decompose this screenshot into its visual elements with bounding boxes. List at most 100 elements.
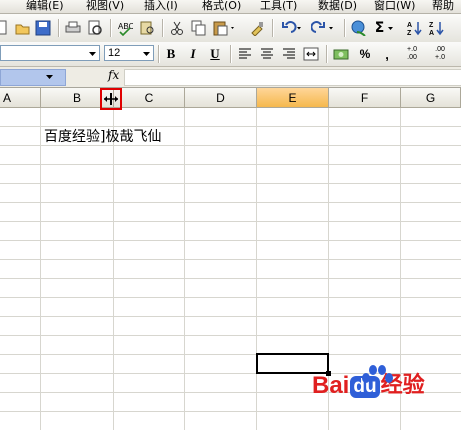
toolbar-separator [344,19,345,37]
align-right-icon[interactable] [280,45,298,63]
menu-tools[interactable]: 工具(T) [260,0,297,13]
new-icon[interactable] [0,19,8,37]
gridline [113,108,114,430]
toolbar-separator [326,45,327,63]
save-icon[interactable] [34,19,52,37]
gridline [0,411,461,412]
menu-edit[interactable]: 编辑(E) [26,0,64,13]
cell-b2-text[interactable]: 百度经验]极哉飞仙 [44,126,161,146]
chevron-down-icon [46,75,53,79]
toolbar-separator [58,19,59,37]
undo-icon[interactable] [278,19,306,37]
underline-label: U [210,46,220,61]
paw-icon [362,365,393,383]
column-resize-highlight [100,88,122,110]
hyperlink-icon[interactable] [350,19,368,37]
percent-button[interactable]: % [356,45,374,63]
svg-text:A: A [429,30,434,36]
standard-toolbar: ABC Σ AZ ZA [0,14,461,43]
menu-view[interactable]: 视图(V) [86,0,124,13]
bold-label: B [166,46,176,61]
resize-cursor-icon [104,93,118,105]
gridline [0,202,461,203]
increase-decimal-button[interactable]: +.0 .00 [400,45,424,63]
font-size-dropdown[interactable]: 12 [104,45,154,61]
gridline [184,108,185,430]
name-box[interactable] [0,69,66,86]
cut-icon[interactable] [168,19,186,37]
menu-help[interactable]: 帮助 [432,0,454,13]
svg-text:Z: Z [429,22,434,29]
decrease-decimal-button[interactable]: .00 +.0 [428,45,452,63]
sort-ascending-icon[interactable]: AZ [406,19,424,37]
comma-button[interactable]: , [378,45,396,63]
increase-decimal-label: +.0 .00 [407,46,417,61]
gridline [0,278,461,279]
formatting-toolbar: 12 B I U % , +.0 .00 .00 +.0 [0,42,461,67]
decrease-decimal-label: .00 +.0 [435,46,445,61]
menu-bar: 编辑(E) 视图(V) 插入(I) 格式(O) 工具(T) 数据(D) 窗口(W… [0,0,461,14]
formula-input[interactable] [124,69,461,86]
function-icon[interactable]: fx [108,68,119,82]
research-icon[interactable] [138,19,156,37]
menu-window[interactable]: 窗口(W) [374,0,415,13]
gridline [0,240,461,241]
column-header-f[interactable]: F [329,88,401,108]
formula-bar: fx [0,67,461,88]
gridline [0,164,461,165]
spelling-icon[interactable]: ABC [116,19,134,37]
toolbar-separator [110,19,111,37]
print-preview-icon[interactable] [86,19,104,37]
baidu-jingyan-watermark: Bai du 经验 [312,365,425,400]
font-name-dropdown[interactable] [0,45,100,61]
column-header-a[interactable]: A [0,88,41,108]
gridline [40,108,41,430]
gridline [0,183,461,184]
chevron-down-icon [89,52,96,56]
toolbar-separator [230,45,231,63]
menu-insert[interactable]: 插入(I) [144,0,178,13]
italic-label: I [190,46,196,61]
italic-button[interactable]: I [184,45,202,63]
sort-descending-icon[interactable]: ZA [428,19,446,37]
column-header-c[interactable]: C [114,88,185,108]
autosum-button[interactable]: Σ [372,19,398,37]
menu-data[interactable]: 数据(D) [318,0,357,13]
watermark-bai: Bai [312,372,350,399]
gridline [0,354,461,355]
redo-icon[interactable] [310,19,338,37]
open-icon[interactable] [14,19,32,37]
print-icon[interactable] [64,19,82,37]
svg-text:Z: Z [407,30,412,36]
gridline [0,335,461,336]
gridline [0,297,461,298]
column-header-e[interactable]: E [257,88,329,108]
gridline [0,221,461,222]
active-cell[interactable] [256,353,329,374]
copy-icon[interactable] [190,19,208,37]
paste-icon[interactable] [212,19,238,37]
font-size-value: 12 [108,47,121,59]
svg-text:ABC: ABC [118,22,133,31]
column-header-g[interactable]: G [401,88,461,108]
currency-icon[interactable] [332,45,350,63]
format-painter-icon[interactable] [248,19,266,37]
merge-center-icon[interactable] [302,45,320,63]
autosum-icon: Σ [374,20,385,36]
svg-text:A: A [407,22,412,29]
align-center-icon[interactable] [258,45,276,63]
percent-label: % [359,47,371,61]
align-left-icon[interactable] [236,45,254,63]
gridline [256,108,257,430]
column-header-d[interactable]: D [185,88,257,108]
chevron-down-icon [143,52,150,56]
gridline [0,316,461,317]
toolbar-separator [162,19,163,37]
comma-label: , [385,46,389,62]
menu-format[interactable]: 格式(O) [202,0,241,13]
bold-button[interactable]: B [162,45,180,63]
toolbar-separator [158,45,159,63]
gridline [0,259,461,260]
underline-button[interactable]: U [206,45,224,63]
toolbar-separator [272,19,273,37]
